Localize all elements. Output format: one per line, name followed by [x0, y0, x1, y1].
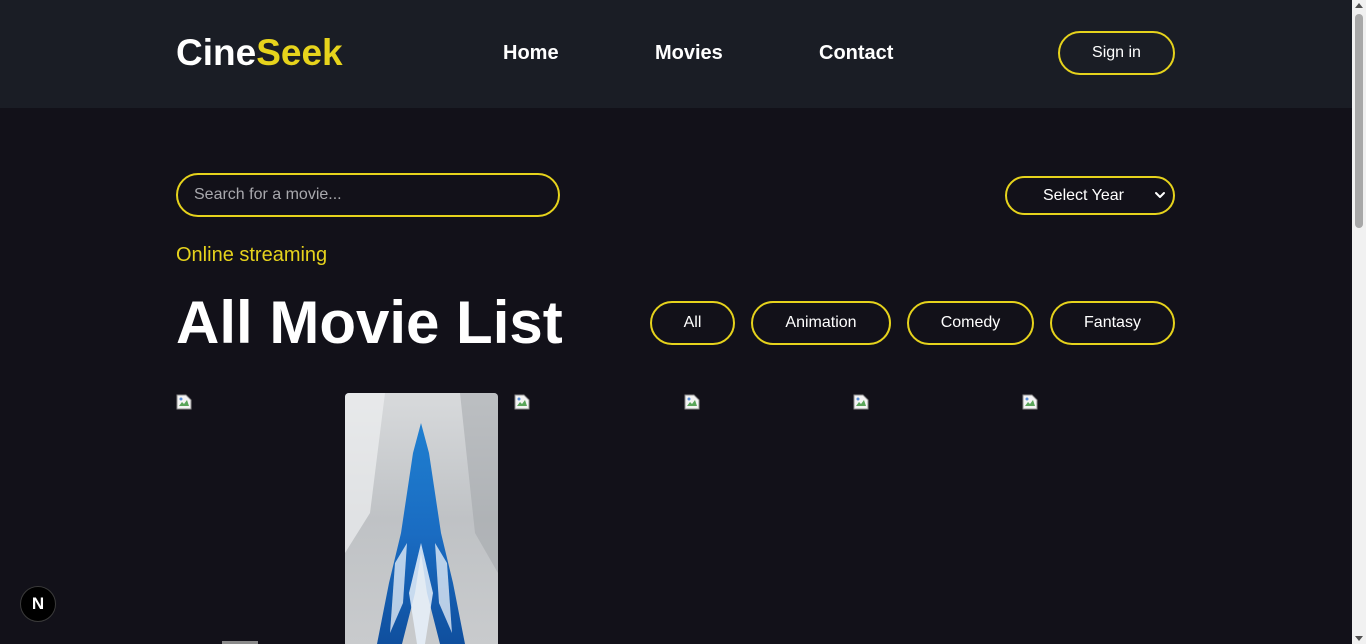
- broken-image-icon[interactable]: [176, 394, 192, 410]
- genre-chip-comedy[interactable]: Comedy: [907, 301, 1034, 345]
- search-input[interactable]: [176, 173, 560, 217]
- scroll-up-arrow-icon[interactable]: [1355, 3, 1363, 8]
- nav-link-movies[interactable]: Movies: [655, 41, 723, 65]
- nav-link-contact[interactable]: Contact: [819, 41, 893, 65]
- logo-text-seek: Seek: [256, 32, 343, 73]
- genre-chip-animation[interactable]: Animation: [751, 301, 891, 345]
- site-logo[interactable]: CineSeek: [176, 32, 343, 74]
- sign-in-button[interactable]: Sign in: [1058, 31, 1175, 75]
- dev-tools-badge[interactable]: N: [20, 586, 56, 622]
- nav-link-home[interactable]: Home: [503, 41, 559, 65]
- genre-chip-all[interactable]: All: [650, 301, 735, 345]
- year-select[interactable]: Select Year: [1005, 176, 1175, 215]
- vertical-scrollbar[interactable]: [1352, 0, 1366, 644]
- logo-text-cine: Cine: [176, 32, 257, 73]
- movie-poster[interactable]: [345, 393, 498, 644]
- broken-image-icon[interactable]: [684, 394, 700, 410]
- section-subtitle: Online streaming: [176, 244, 328, 266]
- page-title: All Movie List: [176, 289, 563, 356]
- year-select-value: Select Year: [1043, 186, 1124, 204]
- scroll-down-arrow-icon[interactable]: [1355, 636, 1363, 641]
- genre-chip-fantasy[interactable]: Fantasy: [1050, 301, 1175, 345]
- broken-image-icon[interactable]: [514, 394, 530, 410]
- movie-poster-image: [345, 393, 498, 644]
- dev-badge-label: N: [31, 594, 45, 613]
- scrollbar-thumb[interactable]: [1355, 14, 1363, 228]
- chevron-down-icon: [1155, 192, 1165, 198]
- broken-image-icon[interactable]: [853, 394, 869, 410]
- broken-image-icon[interactable]: [1022, 394, 1038, 410]
- top-navbar: CineSeek Home Movies Contact Sign in: [0, 0, 1352, 108]
